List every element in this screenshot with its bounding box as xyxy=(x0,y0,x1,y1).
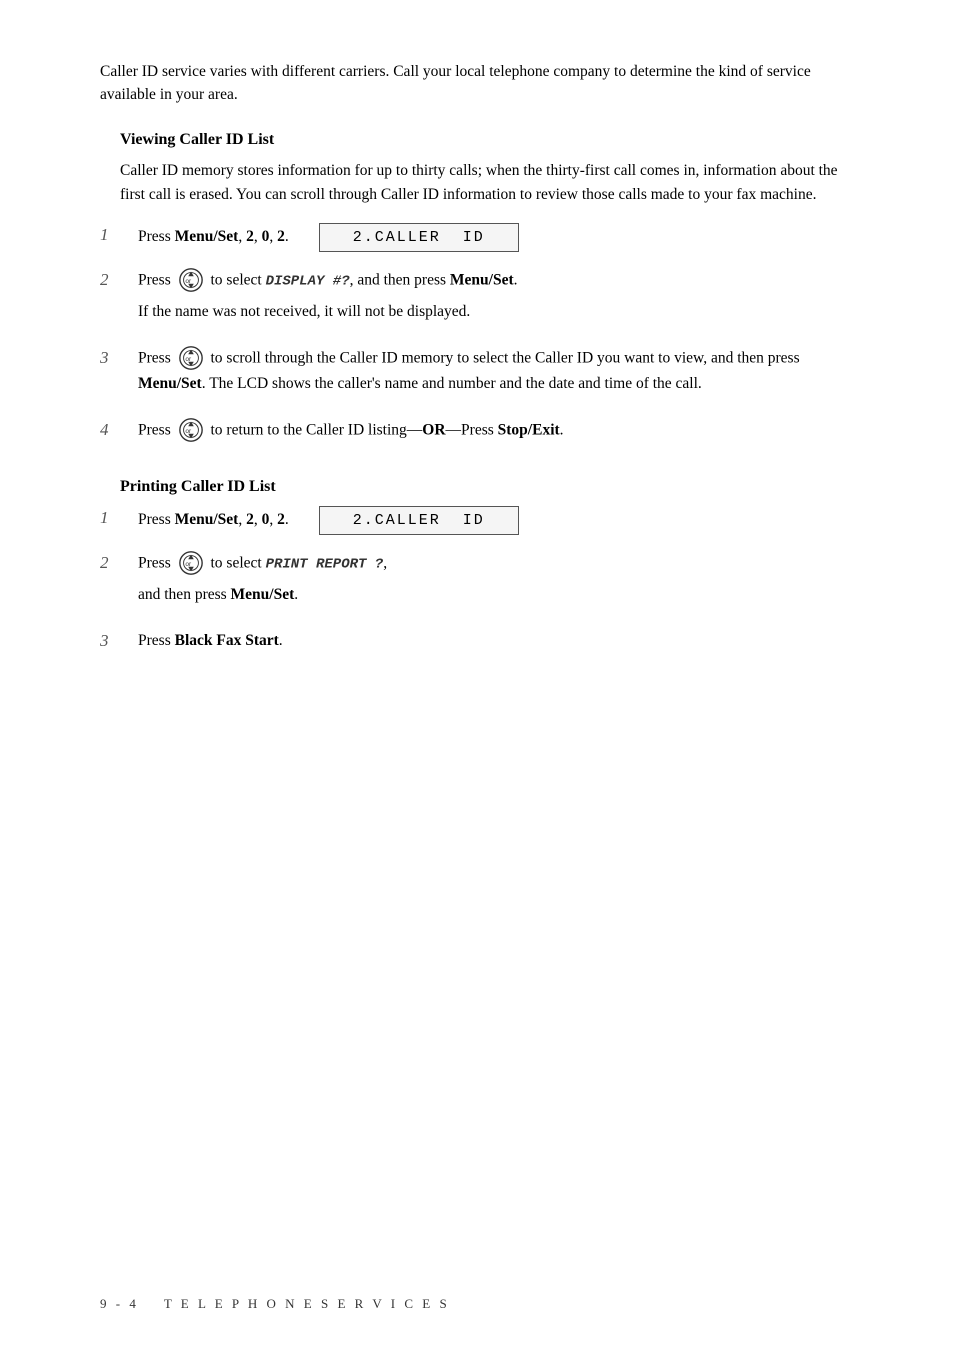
step3-content: Press or to scroll through the Caller ID… xyxy=(138,346,854,402)
svg-text:or: or xyxy=(185,277,192,284)
lcd-box-1: 2.CALLER ID xyxy=(319,223,519,252)
step4-stopexit: Stop/Exit xyxy=(498,421,560,438)
lcd-box-2: 2.CALLER ID xyxy=(319,506,519,535)
step2-content: Press or to select DISPLAY #?, and then … xyxy=(138,268,854,330)
print-step-number-2: 2 xyxy=(100,553,130,573)
print-step1-content: Press Menu/Set, 2, 0, 2. 2.CALLER ID xyxy=(138,506,854,535)
step2-text: Press or to select DISPLAY #?, and then … xyxy=(138,268,854,294)
section2-title: Printing Caller ID List xyxy=(120,478,854,496)
print-step1-text: Press Menu/Set, 2, 0, 2. xyxy=(138,508,289,532)
print-step-2: 2 Press or to select PRINT REPORT ?, and… xyxy=(100,551,854,613)
print-step2-code: PRINT REPORT ? xyxy=(266,556,384,572)
svg-text:or: or xyxy=(185,427,192,434)
print-step1-2b: 2 xyxy=(277,511,285,528)
step-number-3: 3 xyxy=(100,348,130,368)
print-step2-content: Press or to select PRINT REPORT ?, and t… xyxy=(138,551,854,613)
step4-text: Press or to return to the Caller ID list… xyxy=(138,418,854,444)
print-step-number-3: 3 xyxy=(100,631,130,651)
print-step3-blackfax: Black Fax Start xyxy=(175,632,279,649)
step-number-1: 1 xyxy=(100,225,130,245)
step1-2b: 2 xyxy=(277,228,285,245)
step-4-view: 4 Press or to return to the Caller ID li… xyxy=(100,418,854,450)
print-step2-text: Press or to select PRINT REPORT ?, xyxy=(138,551,854,577)
print-step3-text: Press Black Fax Start. xyxy=(138,629,854,653)
step1-text: Press Menu/Set, 2, 0, 2. xyxy=(138,225,289,249)
print-step-3: 3 Press Black Fax Start. xyxy=(100,629,854,659)
footer-label: T E L E P H O N E S E R V I C E S xyxy=(164,1296,450,1311)
print-step3-content: Press Black Fax Start. xyxy=(138,629,854,659)
footer-page: 9 - 4 xyxy=(100,1296,139,1311)
step2-display-code: DISPLAY #? xyxy=(266,273,350,289)
step2-sub: If the name was not received, it will no… xyxy=(138,300,854,324)
step-2-view: 2 Press or to select DISPLAY #?, and the… xyxy=(100,268,854,330)
step1-menuset: Menu/Set xyxy=(175,228,239,245)
step-1-view: 1 Press Menu/Set, 2, 0, 2. 2.CALLER ID xyxy=(100,223,854,252)
step-number-2: 2 xyxy=(100,270,130,290)
step4-or: OR xyxy=(422,421,445,438)
step4-content: Press or to return to the Caller ID list… xyxy=(138,418,854,450)
scroll-icon-3: or xyxy=(178,345,204,371)
print-step1-2: 2 xyxy=(246,511,254,528)
step2-menuset: Menu/Set xyxy=(450,271,514,288)
section-printing: Printing Caller ID List 1 Press Menu/Set… xyxy=(100,478,854,659)
page: Caller ID service varies with different … xyxy=(0,0,954,1352)
print-step2-menuset: Menu/Set xyxy=(231,586,295,603)
step-number-4: 4 xyxy=(100,420,130,440)
section1-desc: Caller ID memory stores information for … xyxy=(120,159,854,207)
svg-text:or: or xyxy=(185,560,192,567)
step-3-view: 3 Press or to scroll through the Caller … xyxy=(100,346,854,402)
scroll-icon-4: or xyxy=(178,417,204,443)
section-viewing: Viewing Caller ID List Caller ID memory … xyxy=(100,131,854,450)
footer: 9 - 4 T E L E P H O N E S E R V I C E S xyxy=(100,1296,450,1312)
print-step-number-1: 1 xyxy=(100,508,130,528)
print-step1-0: 0 xyxy=(262,511,270,528)
print-step-1: 1 Press Menu/Set, 2, 0, 2. 2.CALLER ID xyxy=(100,506,854,535)
print-step2-sub: and then press Menu/Set. xyxy=(138,583,854,607)
step3-menuset: Menu/Set xyxy=(138,375,202,392)
step1-202: 2 xyxy=(246,228,254,245)
step1-0: 0 xyxy=(262,228,270,245)
intro-text: Caller ID service varies with different … xyxy=(100,60,854,107)
scroll-icon-print-2: or xyxy=(178,550,204,576)
step1-content: Press Menu/Set, 2, 0, 2. 2.CALLER ID xyxy=(138,223,854,252)
scroll-icon-2: or xyxy=(178,267,204,293)
print-step1-menuset: Menu/Set xyxy=(175,511,239,528)
svg-text:or: or xyxy=(185,355,192,362)
step3-text: Press or to scroll through the Caller ID… xyxy=(138,346,854,396)
section1-title: Viewing Caller ID List xyxy=(120,131,854,149)
